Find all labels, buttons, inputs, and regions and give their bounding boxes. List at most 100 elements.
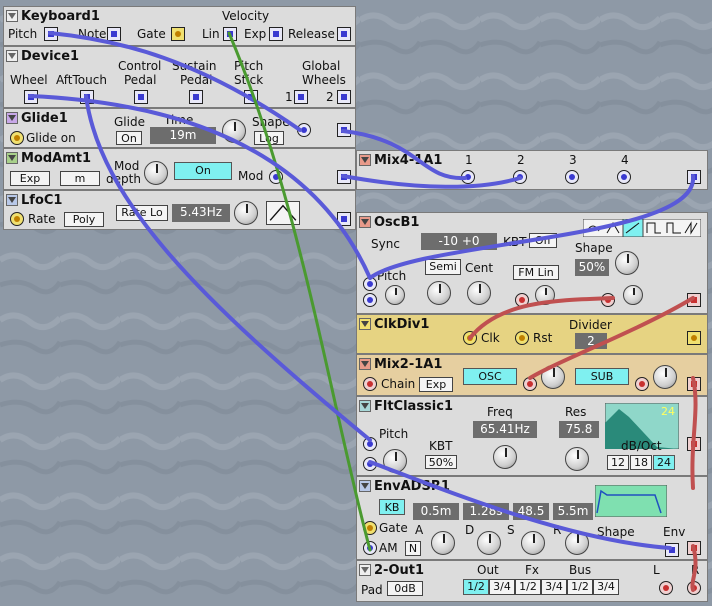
- shape-log-button[interactable]: Log: [254, 131, 284, 145]
- bus-1-2-button[interactable]: 1/2: [567, 579, 593, 595]
- fm-in-port[interactable]: [515, 293, 529, 307]
- fm-knob[interactable]: [535, 285, 555, 305]
- mix4-in4-port[interactable]: [617, 170, 631, 184]
- clkdiv-module[interactable]: ClkDiv1 Clk Rst Divider 2: [356, 314, 708, 354]
- divider-display[interactable]: 2: [575, 333, 607, 349]
- lfo-out-port[interactable]: [337, 212, 351, 226]
- out-1-2-button[interactable]: 1/2: [463, 579, 489, 595]
- left-in-port[interactable]: [659, 581, 673, 595]
- collapse-icon[interactable]: [359, 216, 371, 228]
- mod-depth-knob[interactable]: [144, 161, 168, 185]
- global2-out-port[interactable]: [337, 90, 351, 104]
- kbt-button[interactable]: 50%: [425, 455, 457, 469]
- fx-1-2-button[interactable]: 1/2: [515, 579, 541, 595]
- sub-level-knob[interactable]: [653, 365, 677, 389]
- freq-knob[interactable]: [493, 445, 517, 469]
- mix4-module[interactable]: Mix4-1A1 1 2 3 4: [356, 150, 708, 190]
- keyboard-module[interactable]: Keyboard1 Velocity Pitch Note Gate Lin E…: [3, 6, 356, 46]
- modamt-out-port[interactable]: [337, 170, 351, 184]
- aftertouch-out-port[interactable]: [80, 90, 94, 104]
- sustain-display[interactable]: 48.5: [513, 503, 549, 520]
- pad-button[interactable]: 0dB: [387, 581, 423, 596]
- collapse-icon[interactable]: [359, 358, 371, 370]
- pitch-mod-knob[interactable]: [385, 285, 405, 305]
- exp-button[interactable]: Exp: [419, 377, 453, 392]
- modamt-module[interactable]: ModAmt1 Exp m Mod depth On Mod: [3, 148, 356, 190]
- collapse-icon[interactable]: [359, 400, 371, 412]
- shape-mod-in-port[interactable]: [601, 293, 615, 307]
- res-display[interactable]: 75.8: [559, 421, 599, 438]
- mix4-in2-port[interactable]: [513, 170, 527, 184]
- sub-channel-label[interactable]: SUB: [575, 368, 629, 385]
- semi-knob[interactable]: [427, 281, 451, 305]
- collapse-icon[interactable]: [359, 318, 371, 330]
- pitch-in-port[interactable]: [363, 437, 377, 451]
- pitch-mod-knob[interactable]: [383, 449, 407, 473]
- mod-in-port[interactable]: [269, 170, 283, 184]
- rate-knob[interactable]: [234, 201, 258, 225]
- device-module[interactable]: Device1 Control Sustain Pitch Global Whe…: [3, 46, 356, 108]
- mix4-in3-port[interactable]: [565, 170, 579, 184]
- mix4-in1-port[interactable]: [461, 170, 475, 184]
- mix2-in1-port[interactable]: [523, 377, 537, 391]
- gate-in-port[interactable]: [363, 521, 377, 535]
- rate-display[interactable]: 5.43Hz: [172, 204, 230, 222]
- filter-out-port[interactable]: [687, 437, 701, 451]
- shape-mod-knob[interactable]: [623, 285, 643, 305]
- collapse-icon[interactable]: [6, 50, 18, 62]
- clk-in-port[interactable]: [463, 331, 477, 345]
- collapse-icon[interactable]: [6, 10, 18, 22]
- slope-24-button[interactable]: 24: [653, 455, 675, 470]
- chain-in-port[interactable]: [363, 377, 377, 391]
- mix2-out-port[interactable]: [687, 377, 701, 391]
- bus-3-4-button[interactable]: 3/4: [593, 579, 619, 595]
- mix2-in2-port[interactable]: [635, 377, 649, 391]
- filter-module[interactable]: FltClassic1 Freq Res Pitch KBT 65.41Hz 7…: [356, 396, 708, 476]
- osc-module[interactable]: OscB1 Sync -10 +0 KBT Off Shape 50% Pitc…: [356, 212, 708, 314]
- release-knob[interactable]: [565, 531, 589, 555]
- glide-in-port[interactable]: [297, 123, 311, 137]
- out-module[interactable]: 2-Out1 Pad 0dB Out Fx Bus 1/2 3/4 1/2 3/…: [356, 560, 708, 602]
- control-pedal-out-port[interactable]: [134, 90, 148, 104]
- gate-out-port[interactable]: [171, 27, 185, 41]
- glide-module[interactable]: Glide1 Glide on Glide On Time 19m Shape …: [3, 108, 356, 148]
- osc-out-port[interactable]: [687, 293, 701, 307]
- mix4-out-port[interactable]: [687, 170, 701, 184]
- semi-button[interactable]: Semi: [425, 259, 461, 275]
- time-display[interactable]: 19m: [150, 127, 216, 144]
- attack-knob[interactable]: [431, 531, 455, 555]
- freq-display[interactable]: 65.41Hz: [473, 421, 537, 438]
- envadsr-module[interactable]: EnvADSR1 KB 0.5m 1.28s 48.5 5.5m Gate A …: [356, 476, 708, 560]
- collapse-icon[interactable]: [359, 564, 371, 576]
- cent-knob[interactable]: [467, 281, 491, 305]
- poly-button[interactable]: Poly: [64, 212, 104, 227]
- am-in-port[interactable]: [363, 541, 377, 555]
- env-out-port[interactable]: [665, 543, 679, 557]
- glide-on-button[interactable]: On: [116, 131, 142, 145]
- kbt-off-button[interactable]: Off: [529, 233, 557, 248]
- clkdiv-out-port[interactable]: [687, 331, 701, 345]
- on-button[interactable]: On: [174, 162, 232, 180]
- pitch-stick-out-port[interactable]: [244, 90, 258, 104]
- rate-in-port[interactable]: [10, 212, 24, 226]
- collapse-icon[interactable]: [359, 480, 371, 492]
- exp-button[interactable]: Exp: [10, 171, 50, 186]
- glide-out-port[interactable]: [337, 123, 351, 137]
- n-button[interactable]: N: [405, 541, 421, 556]
- collapse-icon[interactable]: [6, 112, 18, 124]
- right-in-port[interactable]: [687, 581, 701, 595]
- slope-18-button[interactable]: 18: [630, 455, 652, 470]
- res-knob[interactable]: [565, 447, 589, 471]
- sustain-knob[interactable]: [521, 531, 545, 555]
- rate-lo-button[interactable]: Rate Lo: [116, 205, 168, 221]
- waveform-selector[interactable]: [266, 201, 300, 225]
- decay-knob[interactable]: [477, 531, 501, 555]
- fm-lin-button[interactable]: FM Lin: [513, 265, 559, 280]
- lfo-module[interactable]: LfoC1 Rate Poly Rate Lo 5.43Hz: [3, 190, 356, 230]
- kb-button[interactable]: KB: [379, 499, 405, 515]
- waveform-selector[interactable]: [583, 219, 701, 237]
- glide-on-in-port[interactable]: [10, 131, 24, 145]
- collapse-icon[interactable]: [359, 154, 371, 166]
- env-am-out-port[interactable]: [687, 541, 701, 555]
- exp-out-port[interactable]: [269, 27, 283, 41]
